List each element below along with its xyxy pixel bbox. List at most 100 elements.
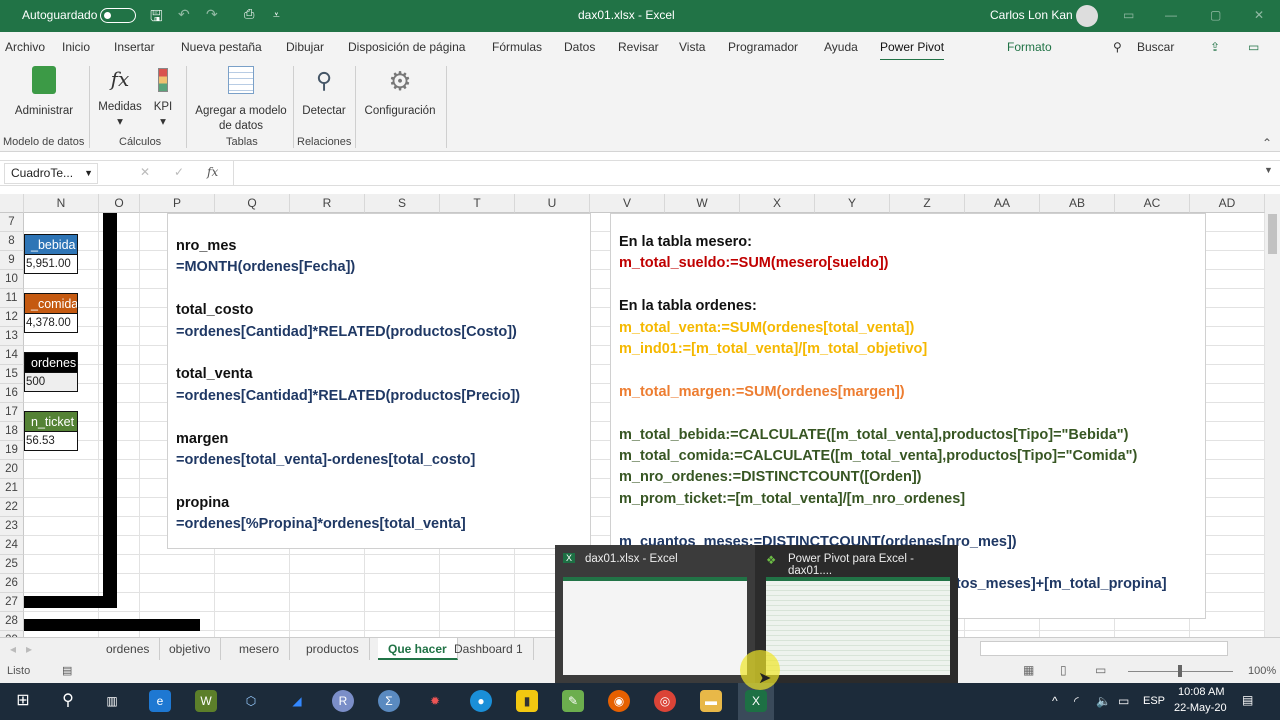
tab-vista[interactable]: Vista bbox=[679, 40, 705, 54]
column-header[interactable]: Y bbox=[815, 194, 890, 213]
r-icon[interactable]: R bbox=[332, 690, 354, 712]
row-header[interactable]: 20 bbox=[0, 460, 24, 479]
row-header[interactable]: 10 bbox=[0, 270, 24, 289]
power-bi-icon[interactable]: ▮ bbox=[516, 690, 538, 712]
task-view-icon[interactable]: ▥ bbox=[101, 690, 123, 712]
row-header[interactable]: 25 bbox=[0, 555, 24, 574]
sheet-tab[interactable]: Dashboard 1 bbox=[444, 638, 534, 660]
row-header[interactable]: 22 bbox=[0, 498, 24, 517]
tab-inicio[interactable]: Inicio bbox=[62, 40, 90, 54]
thumbnail-power-pivot[interactable]: ❖ Power Pivot para Excel - dax01.... bbox=[758, 545, 958, 683]
agregar-modelo-button[interactable]: Agregar a modelo de datos bbox=[195, 66, 287, 134]
app-spider-icon[interactable]: ✹ bbox=[424, 690, 446, 712]
sheet-tab[interactable]: ordenes bbox=[96, 638, 161, 660]
configuracion-button[interactable]: ⚙ Configuración bbox=[360, 66, 440, 119]
tab-programador[interactable]: Programador bbox=[728, 40, 798, 54]
column-header[interactable]: O bbox=[99, 194, 140, 213]
tab-datos[interactable]: Datos bbox=[564, 40, 595, 54]
tab-revisar[interactable]: Revisar bbox=[618, 40, 659, 54]
column-header[interactable]: Z bbox=[890, 194, 965, 213]
row-header[interactable]: 26 bbox=[0, 574, 24, 593]
tab-power-pivot[interactable]: Power Pivot bbox=[880, 40, 945, 61]
medidas-button[interactable]: fx Medidas ▾ bbox=[94, 64, 146, 130]
tab-insertar[interactable]: Insertar bbox=[114, 40, 155, 54]
select-all-corner[interactable] bbox=[0, 194, 24, 213]
zoom-slider-thumb[interactable] bbox=[1178, 665, 1182, 677]
language-indicator[interactable]: ESP bbox=[1143, 695, 1165, 707]
notifications-icon[interactable]: ▤ bbox=[1242, 693, 1253, 707]
save-icon[interactable]: 🖫 bbox=[150, 6, 163, 31]
row-header[interactable]: 15 bbox=[0, 365, 24, 384]
volume-icon[interactable]: 🔈 bbox=[1096, 694, 1111, 708]
row-header[interactable]: 27 bbox=[0, 593, 24, 612]
collapse-ribbon-icon[interactable]: ⌃ bbox=[1262, 136, 1272, 150]
avatar[interactable] bbox=[1076, 5, 1098, 27]
app-sigma-icon[interactable]: Σ bbox=[378, 690, 400, 712]
row-header[interactable]: 19 bbox=[0, 441, 24, 460]
name-box[interactable]: CuadroTe... ▼ bbox=[4, 163, 98, 184]
close-icon[interactable]: ✕ bbox=[1254, 8, 1264, 22]
tab-formato[interactable]: Formato bbox=[1007, 40, 1052, 54]
comments-icon[interactable]: ▭ bbox=[1248, 40, 1259, 54]
tab-disposicion[interactable]: Disposición de página bbox=[348, 40, 465, 54]
column-header[interactable]: AD bbox=[1190, 194, 1265, 213]
column-header[interactable]: W bbox=[665, 194, 740, 213]
row-header[interactable]: 8 bbox=[0, 232, 24, 251]
search-label[interactable]: Buscar bbox=[1137, 40, 1174, 54]
page-break-icon[interactable]: ▭ bbox=[1095, 663, 1106, 677]
column-header[interactable]: Q bbox=[215, 194, 290, 213]
macro-record-icon[interactable]: ▤ bbox=[62, 664, 72, 677]
row-header[interactable]: 28 bbox=[0, 612, 24, 631]
prev-sheet-icon[interactable]: ◂ bbox=[10, 642, 16, 656]
sheet-tab[interactable]: mesero bbox=[229, 638, 291, 660]
undo-icon[interactable]: ↶ bbox=[178, 6, 190, 23]
row-header[interactable]: 18 bbox=[0, 422, 24, 441]
row-header[interactable]: 16 bbox=[0, 384, 24, 403]
kpi-button[interactable]: KPI ▾ bbox=[150, 68, 176, 130]
detectar-button[interactable]: ⚲ Detectar bbox=[298, 66, 350, 119]
firefox-icon[interactable]: ◉ bbox=[608, 690, 630, 712]
battery-icon[interactable]: ▭ bbox=[1118, 694, 1129, 708]
row-header[interactable]: 13 bbox=[0, 327, 24, 346]
row-header[interactable]: 12 bbox=[0, 308, 24, 327]
chrome-icon[interactable]: ◎ bbox=[654, 690, 676, 712]
tab-archivo[interactable]: Archivo bbox=[5, 40, 45, 54]
file-explorer-icon[interactable]: ▬ bbox=[700, 690, 722, 712]
row-header[interactable]: 11 bbox=[0, 289, 24, 308]
column-header[interactable]: X bbox=[740, 194, 815, 213]
row-header[interactable]: 7 bbox=[0, 213, 24, 232]
zoom-level[interactable]: 100% bbox=[1248, 665, 1276, 677]
user-name[interactable]: Carlos Lon Kan bbox=[990, 8, 1073, 22]
row-header[interactable]: 21 bbox=[0, 479, 24, 498]
clock-date[interactable]: 22-May-20 bbox=[1174, 702, 1227, 714]
column-header[interactable]: V bbox=[590, 194, 665, 213]
sheet-tab[interactable]: productos bbox=[296, 638, 370, 660]
row-header[interactable]: 24 bbox=[0, 536, 24, 555]
search-icon[interactable]: ⚲ bbox=[57, 690, 79, 712]
tab-formulas[interactable]: Fórmulas bbox=[492, 40, 542, 54]
column-header[interactable]: R bbox=[290, 194, 365, 213]
cancel-icon[interactable]: ✕ bbox=[140, 165, 150, 179]
calculated-columns-textbox[interactable]: nro_mes =MONTH(ordenes[Fecha]) total_costo… bbox=[167, 213, 591, 549]
autosave-toggle[interactable] bbox=[100, 8, 136, 23]
sheet-tab[interactable]: objetivo bbox=[159, 638, 222, 660]
horizontal-scrollbar[interactable] bbox=[980, 641, 1228, 656]
enter-icon[interactable]: ✓ bbox=[174, 165, 184, 179]
column-header[interactable]: U bbox=[515, 194, 590, 213]
app-fin-icon[interactable]: ◢ bbox=[286, 690, 308, 712]
clock-time[interactable]: 10:08 AM bbox=[1178, 686, 1224, 698]
row-header[interactable]: 23 bbox=[0, 517, 24, 536]
app-w-icon[interactable]: W bbox=[195, 690, 217, 712]
column-header[interactable]: S bbox=[365, 194, 440, 213]
column-header[interactable]: N bbox=[24, 194, 99, 213]
search-icon[interactable]: ⚲ bbox=[1113, 40, 1122, 54]
column-header[interactable]: T bbox=[440, 194, 515, 213]
scrollbar-thumb[interactable] bbox=[1268, 214, 1277, 254]
tab-dibujar[interactable]: Dibujar bbox=[286, 40, 324, 54]
tab-ayuda[interactable]: Ayuda bbox=[824, 40, 858, 54]
print-preview-icon[interactable]: ⎙ bbox=[244, 6, 254, 22]
tab-nueva-pestana[interactable]: Nueva pestaña bbox=[181, 40, 262, 54]
vertical-scrollbar[interactable] bbox=[1265, 194, 1280, 637]
column-header[interactable]: AC bbox=[1115, 194, 1190, 213]
wifi-icon[interactable]: ◜ bbox=[1074, 694, 1079, 708]
